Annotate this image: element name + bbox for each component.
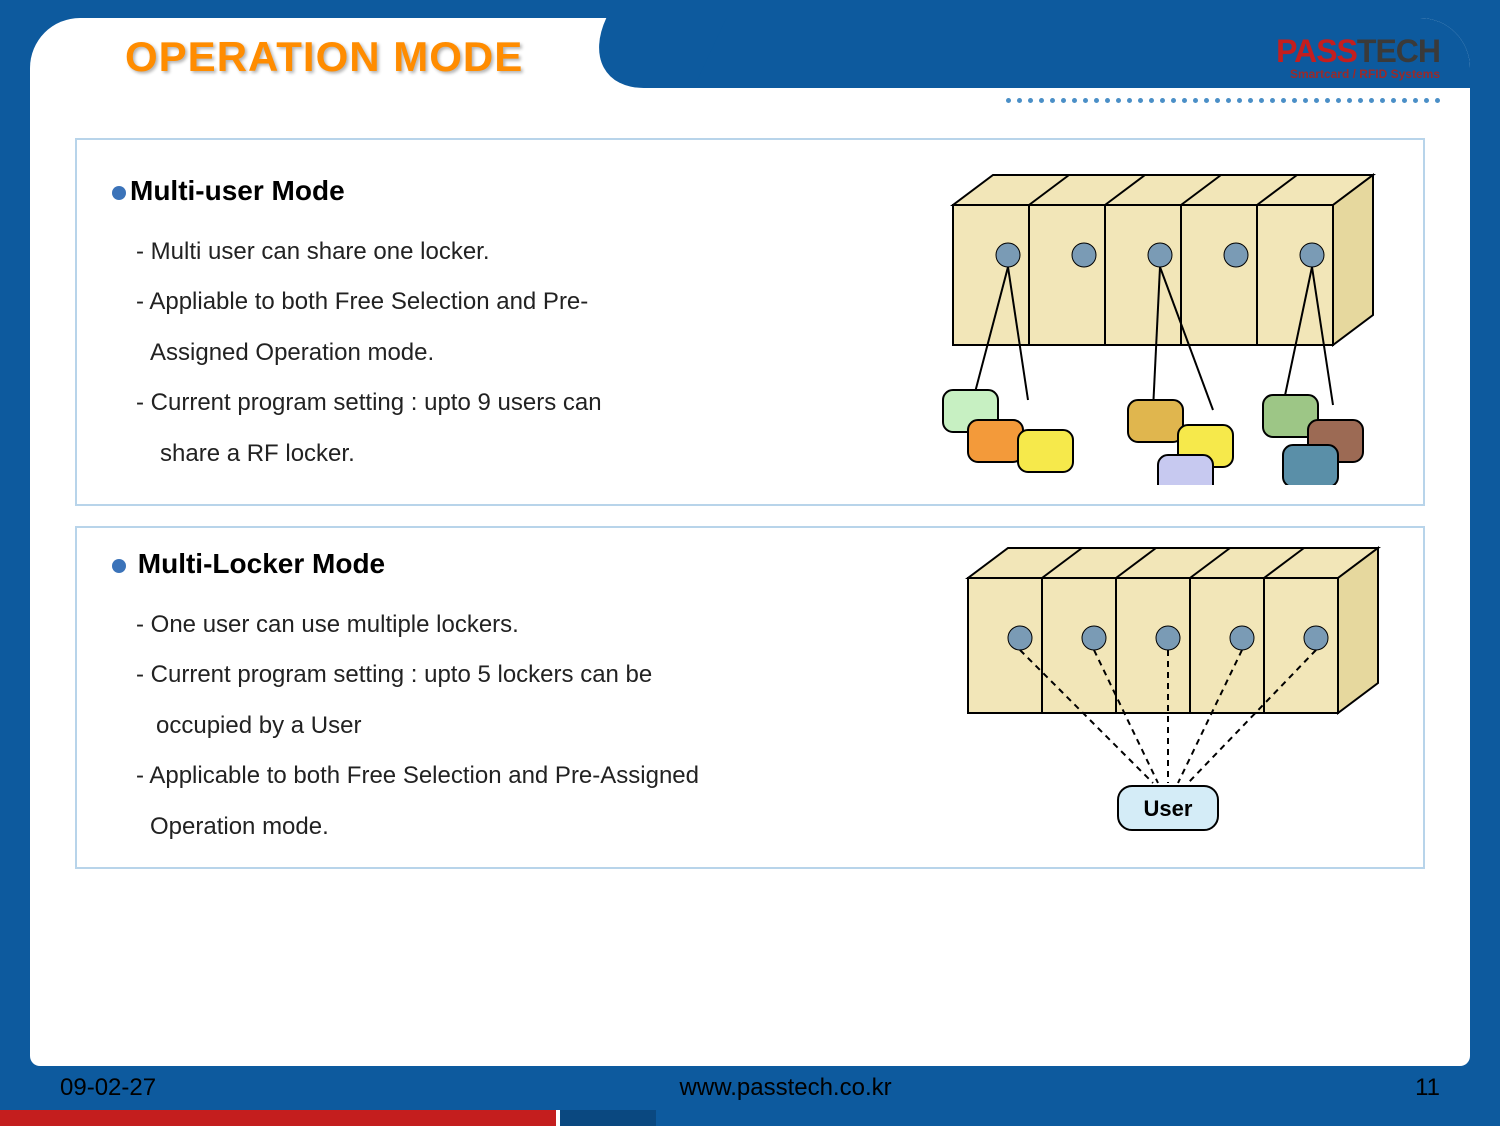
text-line: - Appliable to both Free Selection and P… — [136, 277, 732, 327]
decorative-dots — [1006, 98, 1440, 103]
brand-logo: PASSTECH Smartcard / RFID Systems — [1276, 33, 1440, 81]
text-line: - One user can use multiple lockers. — [136, 600, 832, 650]
multi-locker-section: Multi-Locker Mode - One user can use mul… — [75, 526, 1425, 869]
text-line: Assigned Operation mode. — [136, 328, 732, 378]
multi-locker-diagram: User — [938, 538, 1398, 838]
logo-prefix: PASS — [1276, 33, 1357, 69]
text-line: Operation mode. — [136, 802, 832, 852]
text-line: - Current program setting : upto 5 locke… — [136, 650, 832, 700]
page-title: OPERATION MODE — [125, 33, 523, 81]
footer-date: 09-02-27 — [60, 1074, 156, 1102]
multi-user-section: Multi-user Mode - Multi user can share o… — [75, 138, 1425, 506]
bullet-icon — [112, 186, 126, 200]
heading-text: Multi-Locker Mode — [130, 548, 385, 579]
bullet-icon — [112, 559, 126, 573]
footer-accent-bar — [0, 1110, 560, 1126]
text-line: - Applicable to both Free Selection and … — [136, 751, 832, 801]
slide-header: OPERATION MODE PASSTECH Smartcard / RFID… — [30, 18, 1470, 108]
section-body: - Multi user can share one locker. - App… — [112, 227, 732, 479]
multi-user-diagram — [913, 165, 1393, 485]
logo-tagline: Smartcard / RFID Systems — [1276, 67, 1440, 81]
text-line: share a RF locker. — [136, 429, 732, 479]
slide-footer: 09-02-27 www.passtech.co.kr 11 — [30, 1068, 1470, 1108]
footer-url: www.passtech.co.kr — [680, 1074, 892, 1102]
footer-page: 11 — [1415, 1074, 1440, 1102]
section-body: - One user can use multiple lockers. - C… — [112, 600, 832, 852]
slide: OPERATION MODE PASSTECH Smartcard / RFID… — [30, 18, 1470, 1066]
logo-suffix: TECH — [1357, 33, 1440, 69]
text-line: - Current program setting : upto 9 users… — [136, 378, 732, 428]
user-label: User — [1144, 796, 1193, 821]
text-line: - Multi user can share one locker. — [136, 227, 732, 277]
heading-text: Multi-user Mode — [130, 175, 345, 206]
text-line: occupied by a User — [136, 701, 832, 751]
